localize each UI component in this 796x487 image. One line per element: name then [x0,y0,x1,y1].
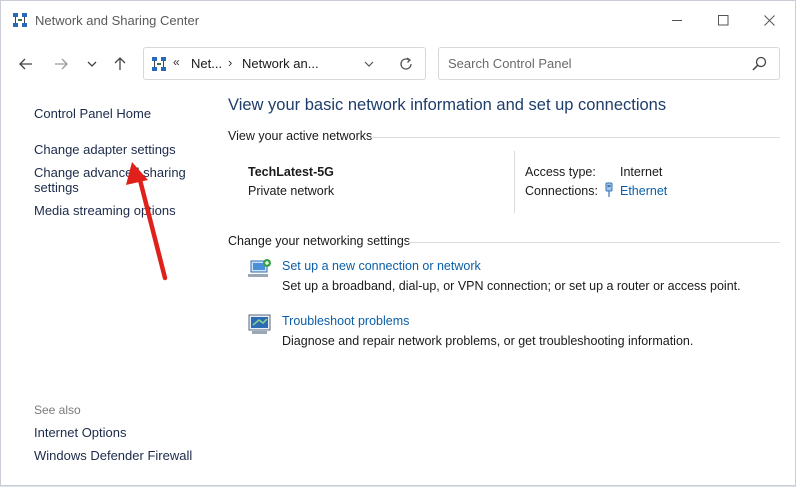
annotation-arrow [126,162,168,281]
network-sharing-center-window: Network and Sharing Center « Net... › Ne… [0,0,796,486]
